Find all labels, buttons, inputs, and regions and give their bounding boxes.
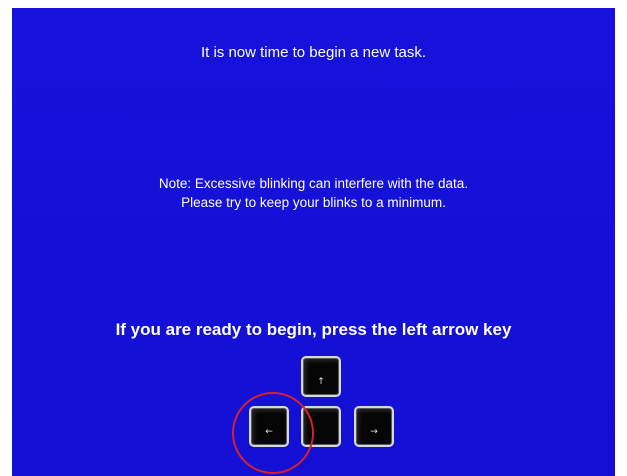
task-title: It is now time to begin a new task. bbox=[200, 44, 427, 61]
right-arrow-icon: → bbox=[370, 427, 378, 437]
up-arrow-key: ↑ bbox=[301, 356, 341, 397]
blink-note-line-2: Please try to keep your blinks to a mini… bbox=[181, 195, 446, 210]
left-key-highlight-circle bbox=[232, 392, 314, 474]
blink-note-line-1: Note: Excessive blinking can interfere w… bbox=[158, 176, 469, 191]
begin-prompt: If you are ready to begin, press the lef… bbox=[115, 320, 512, 339]
up-arrow-icon: ↑ bbox=[317, 377, 325, 387]
task-instruction-screen: It is now time to begin a new task. Note… bbox=[12, 8, 615, 476]
right-arrow-key: → bbox=[354, 406, 394, 447]
